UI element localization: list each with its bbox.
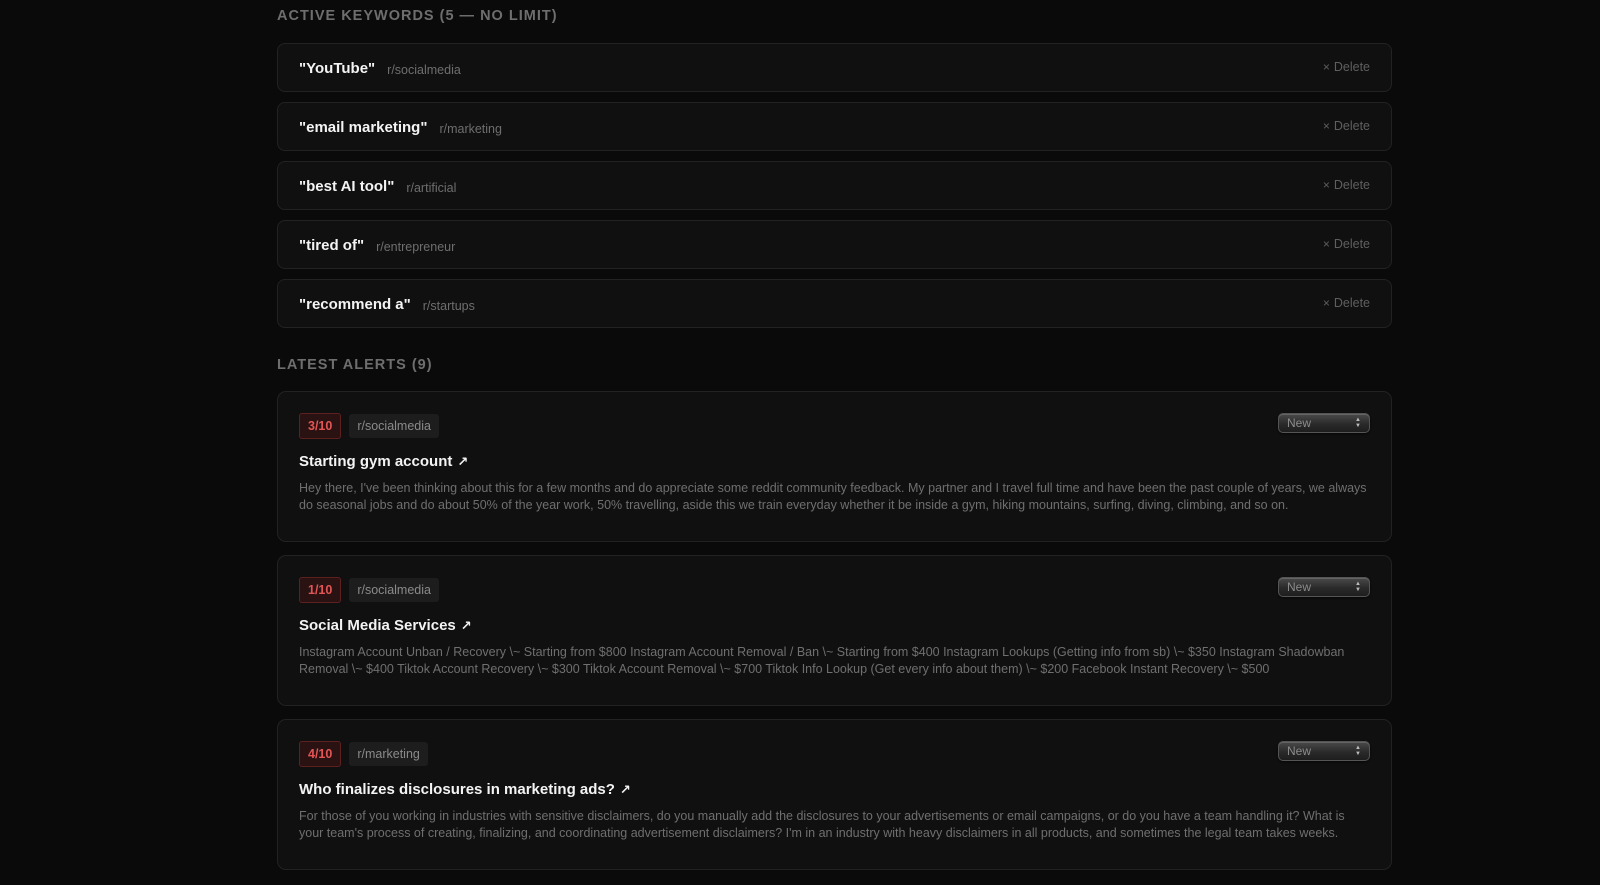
delete-label: Delete (1333, 296, 1370, 310)
score-badge: 3/10 (299, 413, 342, 439)
keyword-subreddit: r/startups (422, 298, 475, 313)
alert-card: 4/10 r/marketing New ▲ ▼ Who finalizes di… (277, 719, 1392, 870)
keyword-term: "best AI tool" (299, 178, 395, 195)
status-select[interactable]: New ▲ ▼ (1278, 413, 1370, 433)
subreddit-tag: r/socialmedia (349, 578, 439, 602)
alert-title: Starting gym account (299, 453, 453, 470)
close-icon: × (1322, 237, 1330, 251)
delete-label: Delete (1333, 119, 1370, 133)
alert-title-link[interactable]: Social Media Services ↗ (299, 617, 472, 634)
keyword-subreddit: r/entrepreneur (376, 239, 456, 254)
latest-alerts-heading: LATEST ALERTS (9) (277, 357, 433, 373)
keyword-subreddit: r/socialmedia (387, 62, 461, 77)
keyword-item: "recommend a" r/startups × Delete (277, 279, 1392, 328)
external-link-icon: ↗ (619, 781, 631, 797)
keyword-term: "tired of" (299, 237, 365, 254)
alert-list: 3/10 r/socialmedia New ▲ ▼ Starting gym a… (277, 391, 1392, 870)
close-icon: × (1322, 119, 1330, 133)
external-link-icon: ↗ (457, 453, 469, 469)
keyword-item: "email marketing" r/marketing × Delete (277, 102, 1392, 151)
delete-keyword-button[interactable]: × Delete (1323, 237, 1370, 251)
delete-label: Delete (1333, 60, 1370, 74)
alert-excerpt: For those of you working in industries w… (299, 809, 1345, 840)
status-value: New (1287, 744, 1312, 758)
close-icon: × (1322, 60, 1330, 74)
status-select[interactable]: New ▲ ▼ (1278, 577, 1370, 597)
subreddit-tag: r/socialmedia (349, 414, 439, 438)
main-content: ACTIVE KEYWORDS (5 — NO LIMIT) "YouTube"… (277, 0, 1392, 883)
active-keywords-heading: ACTIVE KEYWORDS (5 — NO LIMIT) (277, 8, 558, 24)
alert-card: 3/10 r/socialmedia New ▲ ▼ Starting gym a… (277, 391, 1392, 542)
alert-excerpt: Hey there, I've been thinking about this… (299, 481, 1367, 512)
delete-label: Delete (1333, 237, 1370, 251)
keyword-subreddit: r/marketing (439, 121, 502, 136)
status-value: New (1287, 416, 1312, 430)
alert-title: Social Media Services (299, 617, 456, 634)
alert-meta: 1/10 r/socialmedia (299, 577, 1370, 603)
keyword-term: "email marketing" (299, 119, 428, 136)
alert-title-link[interactable]: Starting gym account ↗ (299, 453, 468, 470)
delete-keyword-button[interactable]: × Delete (1323, 296, 1370, 310)
chevron-updown-icon: ▲ ▼ (1355, 581, 1361, 593)
keyword-item: "best AI tool" r/artificial × Delete (277, 161, 1392, 210)
alert-meta: 3/10 r/socialmedia (299, 413, 1370, 439)
keyword-list: "YouTube" r/socialmedia × Delete "email m… (277, 43, 1392, 328)
status-value: New (1287, 580, 1312, 594)
delete-keyword-button[interactable]: × Delete (1323, 60, 1370, 74)
subreddit-tag: r/marketing (349, 742, 428, 766)
delete-keyword-button[interactable]: × Delete (1323, 178, 1370, 192)
delete-keyword-button[interactable]: × Delete (1323, 119, 1370, 133)
delete-label: Delete (1333, 178, 1370, 192)
external-link-icon: ↗ (460, 617, 472, 633)
chevron-updown-icon: ▲ ▼ (1355, 417, 1361, 429)
chevron-updown-icon: ▲ ▼ (1355, 745, 1361, 757)
status-select[interactable]: New ▲ ▼ (1278, 741, 1370, 761)
close-icon: × (1322, 178, 1330, 192)
alert-title-link[interactable]: Who finalizes disclosures in marketing a… (299, 781, 631, 798)
keyword-term: "recommend a" (299, 296, 411, 313)
alert-title: Who finalizes disclosures in marketing a… (299, 781, 615, 798)
keyword-item: "tired of" r/entrepreneur × Delete (277, 220, 1392, 269)
keyword-term: "YouTube" (299, 60, 376, 77)
alert-meta: 4/10 r/marketing (299, 741, 1370, 767)
alert-card: 1/10 r/socialmedia New ▲ ▼ Social Media S… (277, 555, 1392, 706)
score-badge: 1/10 (299, 577, 342, 603)
keyword-subreddit: r/artificial (406, 180, 457, 195)
close-icon: × (1322, 296, 1330, 310)
score-badge: 4/10 (299, 741, 342, 767)
keyword-item: "YouTube" r/socialmedia × Delete (277, 43, 1392, 92)
alert-excerpt: Instagram Account Unban / Recovery \~ St… (299, 645, 1345, 676)
